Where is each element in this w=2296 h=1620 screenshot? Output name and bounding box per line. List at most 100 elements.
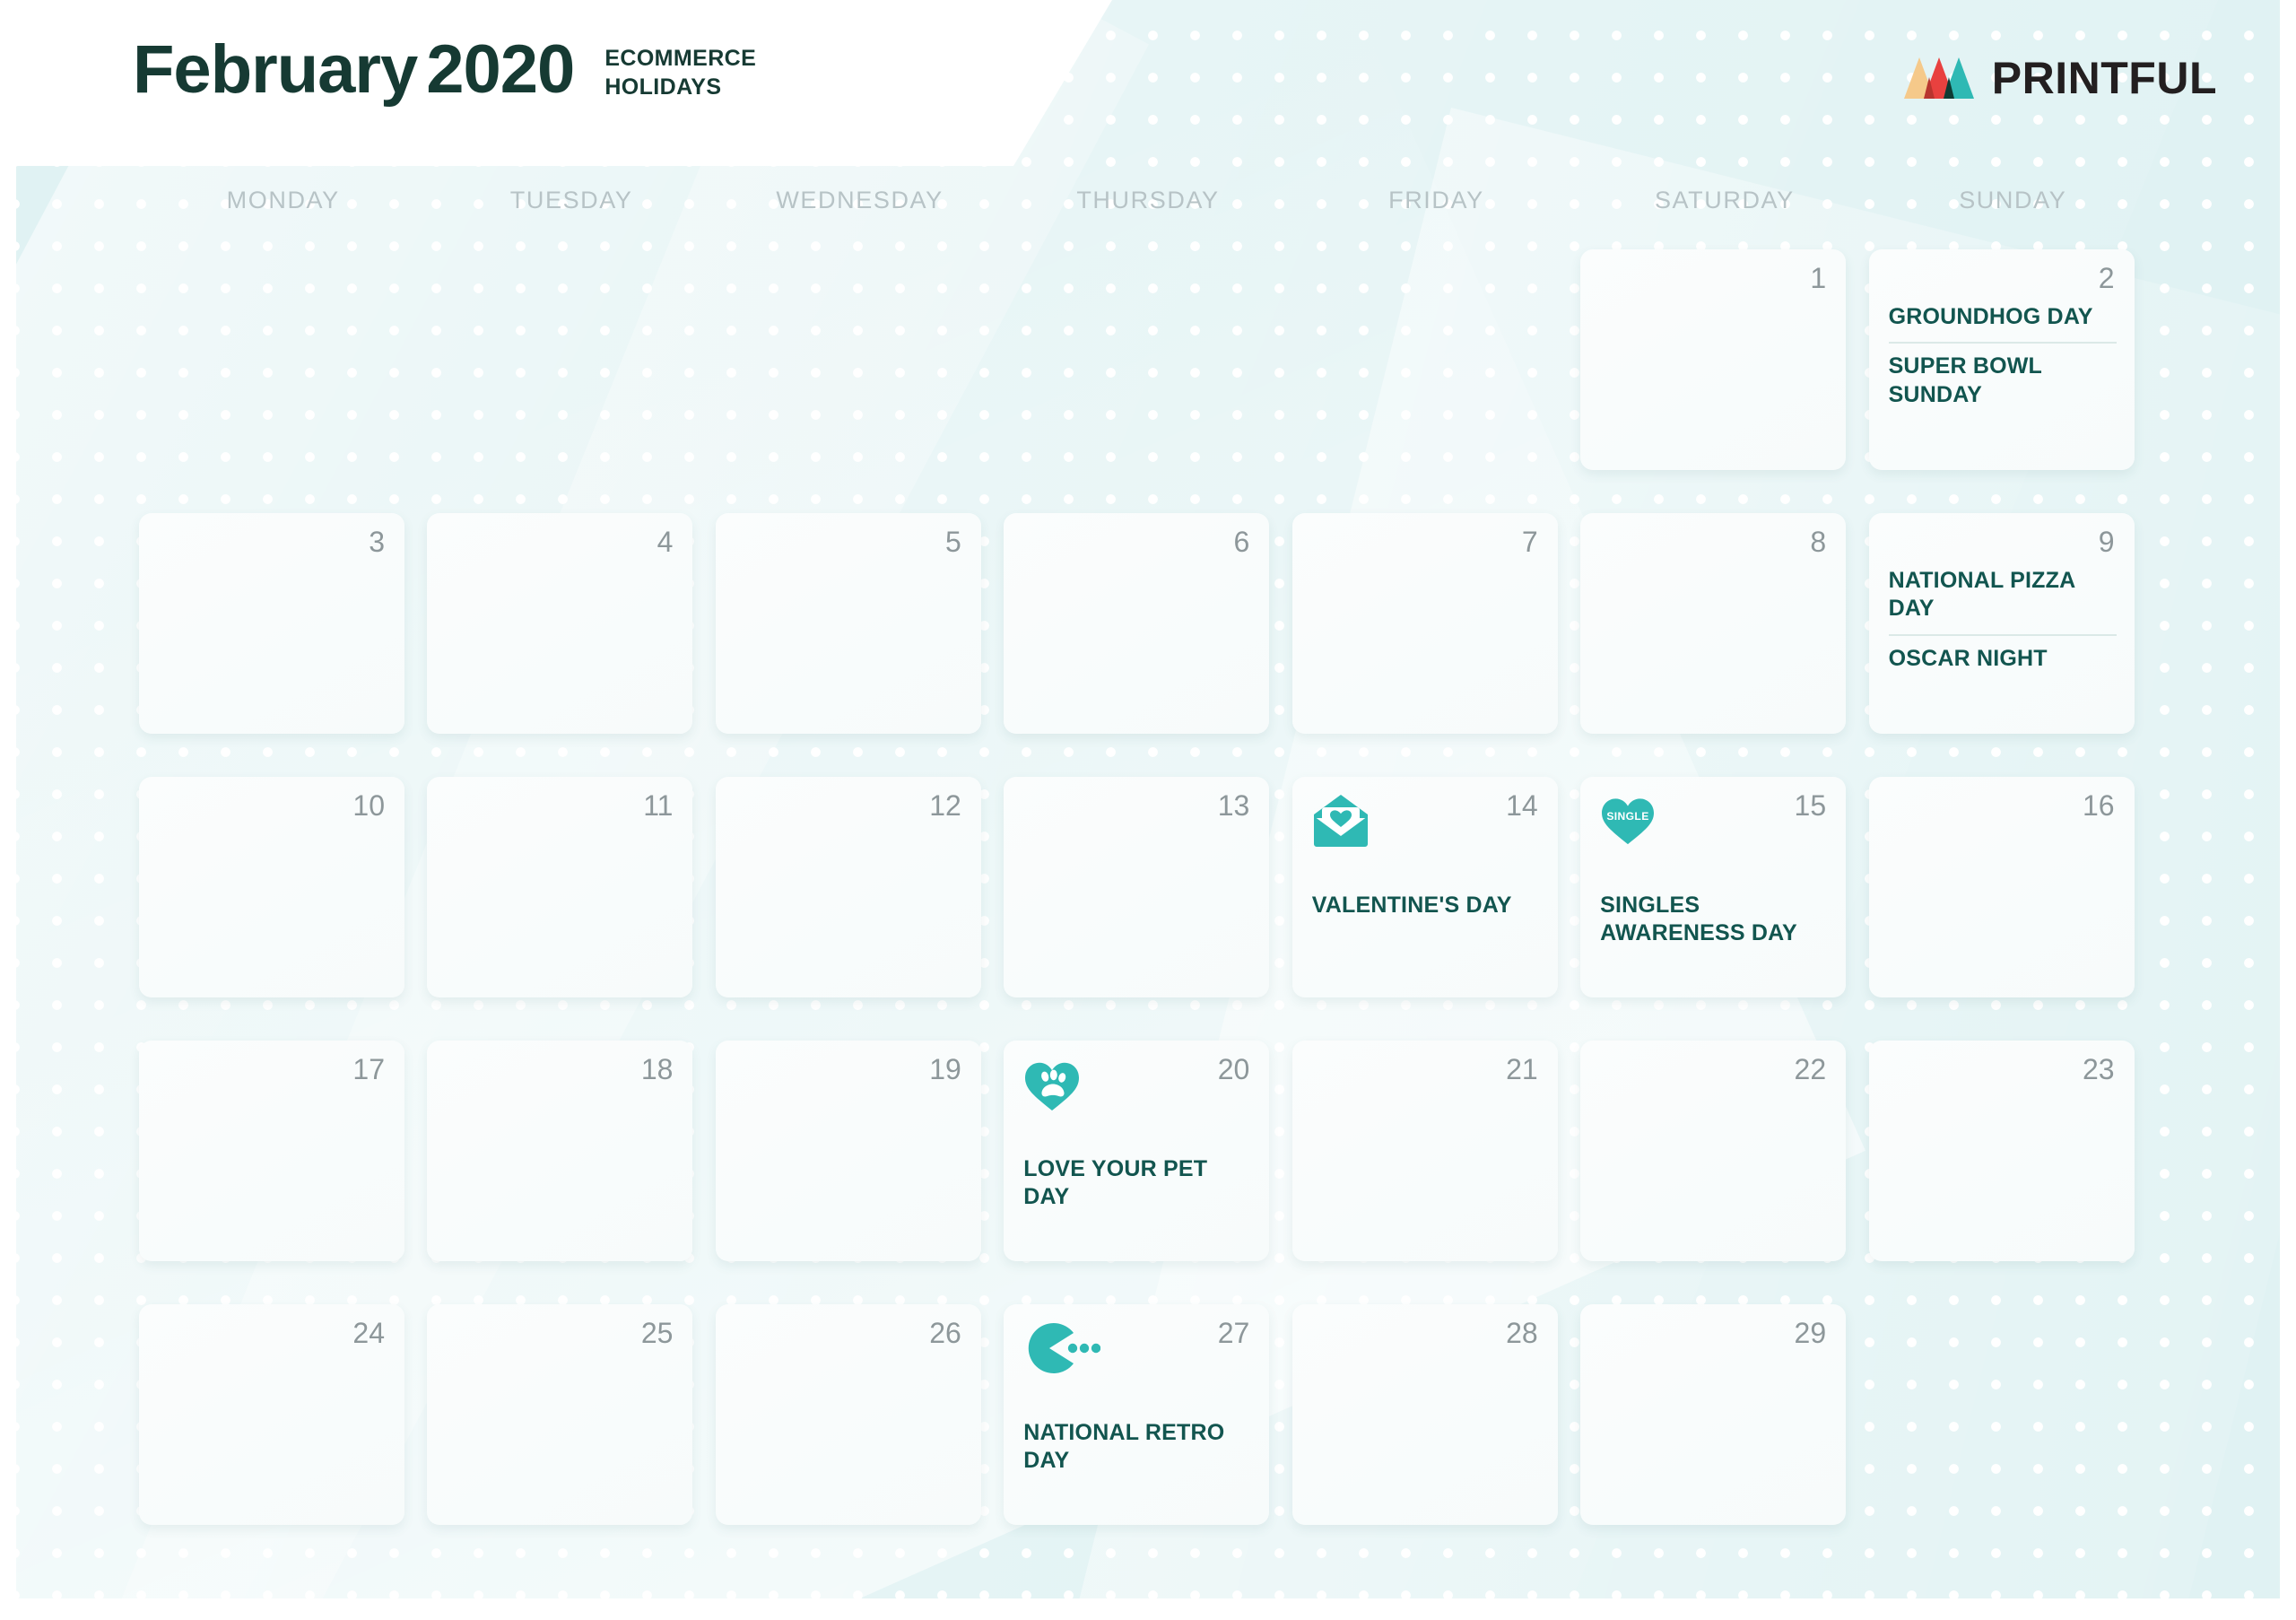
calendar-cell-17[interactable]: 17: [139, 1041, 404, 1261]
calendar-cell-slot: 3: [139, 513, 427, 734]
calendar-cell-16[interactable]: 16: [1868, 777, 2135, 997]
calendar-cell-27[interactable]: 27 NATIONAL RETRO DAY: [1004, 1304, 1270, 1525]
calendar-cell-slot: 15 SINGLE SINGLES AWARENESS DAY: [1580, 777, 1868, 997]
calendar-cell-25[interactable]: 25: [427, 1304, 693, 1525]
weekday-tuesday: TUESDAY: [509, 187, 633, 213]
event-label[interactable]: SINGLES AWARENESS DAY: [1600, 892, 1828, 948]
calendar-cell-slot: [1869, 1304, 2157, 1525]
calendar-cell-21[interactable]: 21: [1292, 1041, 1558, 1261]
calendar-cell-slot: [427, 249, 715, 470]
day-number: 21: [1506, 1053, 1538, 1085]
weekday-friday: FRIDAY: [1388, 187, 1484, 213]
calendar-cell-28[interactable]: 28: [1292, 1304, 1558, 1525]
day-number: 3: [369, 526, 385, 558]
calendar-cell-slot: 23: [1868, 1041, 2157, 1261]
event-label[interactable]: SUPER BOWL SUNDAY: [1888, 342, 2117, 420]
weekday-wednesday: WEDNESDAY: [776, 187, 944, 213]
calendar-cell-14[interactable]: 14 VALENTINE'S DAY: [1292, 777, 1558, 997]
calendar-cell-23[interactable]: 23: [1868, 1041, 2135, 1261]
calendar-cell-3[interactable]: 3: [139, 513, 404, 734]
event-list: SINGLES AWARENESS DAY: [1600, 892, 1828, 948]
heart-paw-icon: [1023, 1058, 1249, 1118]
calendar-cell-slot: 29: [1580, 1304, 1868, 1525]
calendar-cell-1[interactable]: 1: [1580, 249, 1847, 470]
heart-single-icon: SINGLE: [1600, 795, 1826, 854]
calendar-cell-slot: 7: [1292, 513, 1580, 734]
calendar-cell-29[interactable]: 29: [1580, 1304, 1847, 1525]
calendar-cell-slot: [1004, 249, 1292, 470]
calendar-cell-slot: 12: [715, 777, 1004, 997]
day-number: 15: [1794, 789, 1827, 822]
calendar-cell-2[interactable]: 2 GROUNDHOG DAY SUPER BOWL SUNDAY: [1868, 249, 2135, 470]
day-number: 13: [1217, 789, 1250, 822]
event-label[interactable]: GROUNDHOG DAY: [1889, 303, 2117, 342]
calendar-cell-11[interactable]: 11: [427, 777, 693, 997]
calendar-cell-slot: 27 NATIONAL RETRO DAY: [1004, 1304, 1292, 1525]
brand-name: PRINTFUL: [1991, 53, 2217, 103]
event-label[interactable]: NATIONAL PIZZA DAY: [1889, 567, 2117, 634]
calendar-page: February 2020 ECOMMERCE HOLIDAYS PRINTFUL…: [0, 0, 2296, 1620]
calendar-cell-9[interactable]: 9 NATIONAL PIZZA DAY OSCAR NIGHT: [1868, 513, 2135, 734]
weekday-thursday: THURSDAY: [1076, 187, 1220, 213]
calendar-cell-22[interactable]: 22: [1580, 1041, 1847, 1261]
day-number: 8: [1810, 526, 1827, 558]
calendar-cell-slot: 4: [427, 513, 715, 734]
page-frame-left: [0, 0, 16, 1620]
calendar-cell-slot: [139, 249, 427, 470]
day-number: 14: [1506, 789, 1538, 822]
svg-text:SINGLE: SINGLE: [1606, 810, 1648, 823]
calendar-cell-7[interactable]: 7: [1292, 513, 1558, 734]
day-number: 20: [1217, 1053, 1250, 1085]
calendar-cell-slot: 9 NATIONAL PIZZA DAY OSCAR NIGHT: [1868, 513, 2157, 734]
calendar-cell-slot: 25: [427, 1304, 715, 1525]
weekday-saturday: SATURDAY: [1654, 187, 1795, 213]
calendar-cell-slot: 18: [427, 1041, 715, 1261]
day-number: 12: [929, 789, 961, 822]
day-number: 22: [1794, 1053, 1827, 1085]
event-label[interactable]: LOVE YOUR PET DAY: [1023, 1155, 1251, 1212]
day-number: 19: [929, 1053, 961, 1085]
calendar-cell-26[interactable]: 26: [715, 1304, 981, 1525]
calendar-cell-slot: 28: [1292, 1304, 1580, 1525]
day-number: 27: [1217, 1317, 1250, 1349]
brand-logo: PRINTFUL: [1903, 53, 2217, 103]
page-subtitle: ECOMMERCE HOLIDAYS: [604, 45, 756, 101]
day-number: 7: [1521, 526, 1538, 558]
printful-mountains-icon: [1903, 56, 1974, 100]
calendar-cell-5[interactable]: 5: [715, 513, 981, 734]
calendar-cell-12[interactable]: 12: [715, 777, 981, 997]
page-title: February 2020: [133, 36, 575, 104]
calendar-cell-15[interactable]: 15 SINGLE SINGLES AWARENESS DAY: [1580, 777, 1847, 997]
envelope-heart-icon: [1312, 795, 1538, 854]
calendar-cell-slot: 10: [139, 777, 427, 997]
weekday-monday: MONDAY: [226, 187, 340, 213]
calendar-cell-18[interactable]: 18: [427, 1041, 693, 1261]
calendar-cell-4[interactable]: 4: [427, 513, 693, 734]
event-label[interactable]: VALENTINE'S DAY: [1312, 892, 1540, 919]
calendar-cell-slot: 6: [1004, 513, 1292, 734]
calendar-cell-19[interactable]: 19: [715, 1041, 981, 1261]
calendar-cell-10[interactable]: 10: [139, 777, 404, 997]
subtitle-line-1: ECOMMERCE: [604, 46, 757, 71]
event-label[interactable]: OSCAR NIGHT: [1888, 633, 2117, 684]
calendar-cell-24[interactable]: 24: [139, 1304, 404, 1525]
calendar-cell-slot: 8: [1580, 513, 1868, 734]
pacman-icon: [1023, 1322, 1249, 1381]
header-panel: February 2020 ECOMMERCE HOLIDAYS: [0, 0, 1112, 166]
day-number: 18: [640, 1053, 674, 1085]
day-number: 23: [2082, 1053, 2115, 1085]
calendar-cell-slot: 24: [139, 1304, 427, 1525]
calendar-cell-6[interactable]: 6: [1004, 513, 1270, 734]
calendar-cell-8[interactable]: 8: [1580, 513, 1847, 734]
year-label: 2020: [426, 31, 575, 108]
event-label[interactable]: NATIONAL RETRO DAY: [1023, 1419, 1251, 1476]
calendar-cell-13[interactable]: 13: [1004, 777, 1270, 997]
calendar-cell-slot: 22: [1580, 1041, 1868, 1261]
calendar-cell-slot: 26: [715, 1304, 1004, 1525]
day-number: 28: [1506, 1317, 1538, 1349]
calendar-cell-slot: 19: [715, 1041, 1004, 1261]
calendar-cell-20[interactable]: 20 LOVE YOUR PET DAY: [1004, 1041, 1270, 1261]
day-number: 1: [1810, 262, 1827, 294]
calendar-cell-slot: 21: [1292, 1041, 1580, 1261]
calendar-cell-slot: 13: [1004, 777, 1292, 997]
